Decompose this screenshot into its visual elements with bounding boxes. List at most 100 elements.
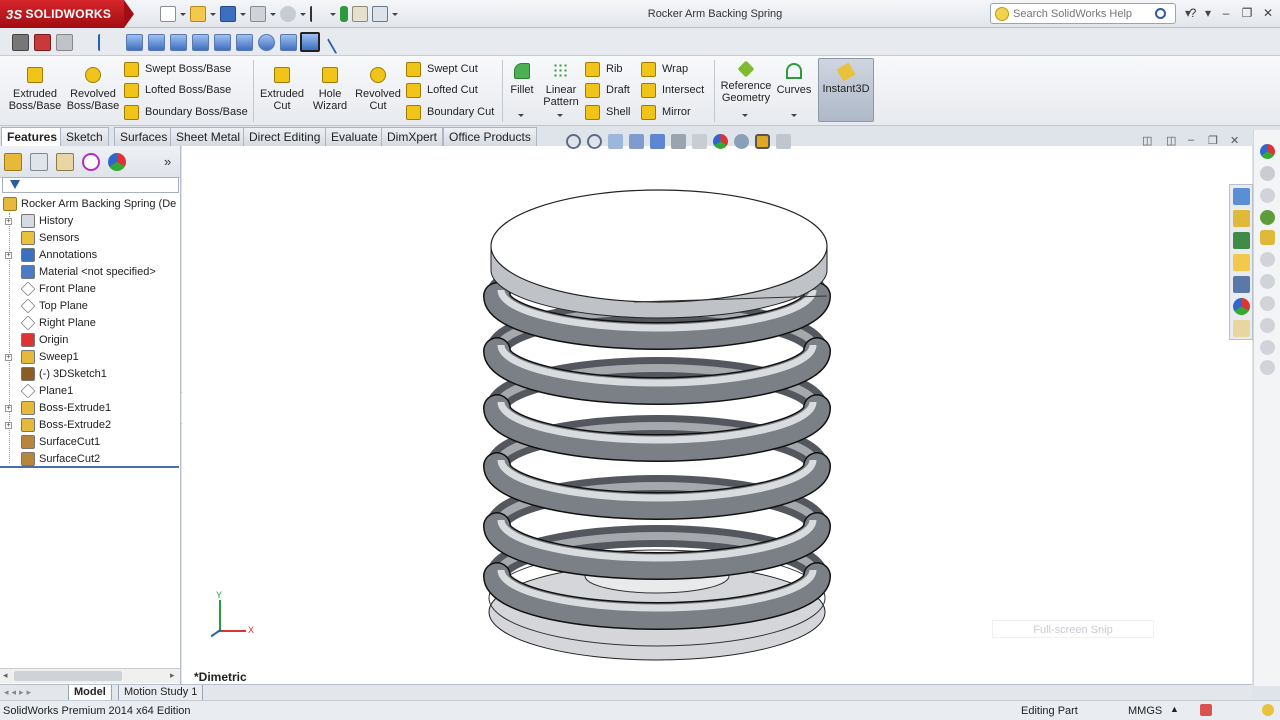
view-settings-icon[interactable] bbox=[776, 133, 791, 149]
rebuild-status-icon[interactable] bbox=[1200, 704, 1212, 716]
tools-icon[interactable] bbox=[56, 34, 73, 51]
view-dimetric-icon[interactable] bbox=[300, 32, 320, 52]
select-dropdown[interactable] bbox=[330, 6, 336, 22]
search-icon[interactable] bbox=[1155, 8, 1166, 19]
tab-model[interactable]: Model bbox=[68, 685, 112, 701]
tab-evaluate[interactable]: Evaluate bbox=[325, 127, 384, 146]
open-folder-icon[interactable] bbox=[190, 6, 206, 22]
tab-features[interactable]: Features bbox=[1, 127, 64, 147]
unit-system[interactable]: MMGS bbox=[1128, 705, 1162, 717]
tree-item[interactable]: + History bbox=[0, 213, 181, 230]
appearances-icon[interactable] bbox=[1233, 298, 1250, 315]
view-back-icon[interactable] bbox=[148, 34, 165, 51]
minimize-icon[interactable]: – bbox=[1217, 5, 1235, 21]
edit-appearance-icon[interactable] bbox=[713, 133, 728, 149]
options-dropdown[interactable] bbox=[392, 6, 398, 22]
tree-divider[interactable] bbox=[0, 466, 179, 468]
tab-sketch[interactable]: Sketch bbox=[60, 127, 109, 146]
home-icon[interactable] bbox=[1233, 210, 1250, 227]
hole-wizard-button[interactable]: Hole Wizard bbox=[310, 62, 350, 112]
print-icon[interactable] bbox=[250, 6, 266, 22]
tab-sheet-metal[interactable]: Sheet Metal bbox=[170, 127, 247, 146]
tree-item[interactable]: Material <not specified> bbox=[0, 264, 181, 281]
tab-office-products[interactable]: Office Products bbox=[443, 127, 537, 146]
tree-filter[interactable] bbox=[2, 177, 179, 193]
tool-gray-icon[interactable] bbox=[1260, 296, 1275, 311]
expand-icon[interactable]: + bbox=[5, 422, 12, 429]
curves-dropdown-icon[interactable] bbox=[791, 114, 797, 117]
design-library-icon[interactable] bbox=[1233, 232, 1250, 249]
undo-dropdown[interactable] bbox=[300, 6, 306, 22]
split-vertical-icon[interactable]: ◫ bbox=[1166, 134, 1176, 147]
previous-view-icon[interactable] bbox=[608, 133, 623, 149]
tab-motion-study-1[interactable]: Motion Study 1 bbox=[118, 685, 204, 701]
tree-item[interactable]: Top Plane bbox=[0, 298, 181, 315]
tree-item[interactable]: + Boss-Extrude1 bbox=[0, 400, 181, 417]
feature-tree-tab-icon[interactable] bbox=[4, 153, 22, 171]
tree-item[interactable]: Origin bbox=[0, 332, 181, 349]
save-dropdown[interactable] bbox=[240, 6, 246, 22]
extruded-cut-button[interactable]: Extruded Cut bbox=[258, 62, 306, 112]
top-ground-face[interactable] bbox=[490, 189, 828, 319]
database-icon[interactable] bbox=[1260, 230, 1275, 245]
display-manager-tab-icon[interactable] bbox=[108, 153, 126, 171]
restore-icon[interactable]: ❐ bbox=[1238, 5, 1256, 21]
tool-gray-icon[interactable] bbox=[1260, 274, 1275, 289]
realview-icon[interactable] bbox=[755, 133, 770, 149]
linear-pattern-button[interactable]: Linear Pattern bbox=[542, 58, 580, 108]
viewport-minimize-icon[interactable]: – bbox=[1188, 134, 1194, 146]
scroll-right-icon[interactable]: ▸ bbox=[170, 670, 175, 681]
view-palette-icon[interactable] bbox=[1233, 276, 1250, 293]
intersect-button[interactable]: Intersect bbox=[641, 81, 704, 99]
hide-show-items-icon[interactable] bbox=[692, 133, 707, 149]
tab-dimxpert[interactable]: DimXpert bbox=[381, 127, 444, 146]
scroll-left-icon[interactable]: ◂ bbox=[3, 670, 8, 681]
view-orientation-icon[interactable] bbox=[650, 133, 665, 149]
new-document-icon[interactable] bbox=[160, 6, 176, 22]
boundary-cut-button[interactable]: Boundary Cut bbox=[406, 103, 494, 121]
tool-gray-icon[interactable] bbox=[1260, 166, 1275, 181]
print-dropdown[interactable] bbox=[270, 6, 276, 22]
fillet-button[interactable]: Fillet bbox=[506, 58, 538, 96]
tool-green-icon[interactable] bbox=[1260, 210, 1275, 225]
pattern-dropdown-icon[interactable] bbox=[557, 114, 563, 117]
view-top-icon[interactable] bbox=[214, 34, 231, 51]
curves-button[interactable]: Curves bbox=[776, 58, 812, 96]
view-bottom-icon[interactable] bbox=[236, 34, 253, 51]
tree-item[interactable]: Plane1 bbox=[0, 383, 181, 400]
lofted-boss-button[interactable]: Lofted Boss/Base bbox=[124, 81, 231, 99]
spring-model[interactable] bbox=[182, 146, 1252, 684]
save-icon[interactable] bbox=[220, 6, 236, 22]
file-properties-icon[interactable] bbox=[352, 6, 368, 22]
file-explorer-icon[interactable] bbox=[1233, 254, 1250, 271]
tree-horizontal-scrollbar[interactable]: ◂ ▸ bbox=[0, 668, 180, 683]
tab-direct-editing[interactable]: Direct Editing bbox=[243, 127, 327, 146]
units-dropdown-icon[interactable]: ▲ bbox=[1170, 704, 1179, 714]
search-input[interactable] bbox=[1013, 7, 1153, 20]
view-left-icon[interactable] bbox=[170, 34, 187, 51]
rebuild-icon[interactable] bbox=[340, 6, 348, 22]
tool-gray-icon[interactable] bbox=[1260, 340, 1275, 355]
new-dropdown[interactable] bbox=[180, 6, 186, 22]
revolved-cut-button[interactable]: Revolved Cut bbox=[354, 62, 402, 112]
configuration-manager-tab-icon[interactable] bbox=[56, 153, 74, 171]
appearance-icon[interactable] bbox=[1260, 144, 1275, 159]
tab-nav-arrows-icon[interactable]: ◂◂▸▸ bbox=[4, 687, 34, 698]
draft-button[interactable]: Draft bbox=[585, 81, 630, 99]
tool-gray-icon[interactable] bbox=[1260, 252, 1275, 267]
help-dropdown-icon[interactable]: ▾ bbox=[1199, 5, 1217, 21]
lofted-cut-button[interactable]: Lofted Cut bbox=[406, 81, 478, 99]
tree-item[interactable]: + Annotations bbox=[0, 247, 181, 264]
close-icon[interactable]: ✕ bbox=[1259, 5, 1277, 21]
camera-icon[interactable] bbox=[12, 34, 29, 51]
undo-icon[interactable] bbox=[280, 6, 296, 22]
dimxpert-manager-tab-icon[interactable] bbox=[82, 153, 100, 171]
viewport-restore-icon[interactable]: ❐ bbox=[1208, 134, 1218, 147]
custom-properties-icon[interactable] bbox=[1233, 320, 1250, 337]
expand-icon[interactable]: + bbox=[5, 218, 12, 225]
help-status-icon[interactable] bbox=[1262, 704, 1274, 716]
solidworks-resources-icon[interactable] bbox=[1233, 188, 1250, 205]
solidworks-logo[interactable]: 3S SOLIDWORKS bbox=[0, 0, 134, 28]
tree-item[interactable]: (-) 3DSketch1 bbox=[0, 366, 181, 383]
fillet-dropdown-icon[interactable] bbox=[518, 114, 524, 117]
